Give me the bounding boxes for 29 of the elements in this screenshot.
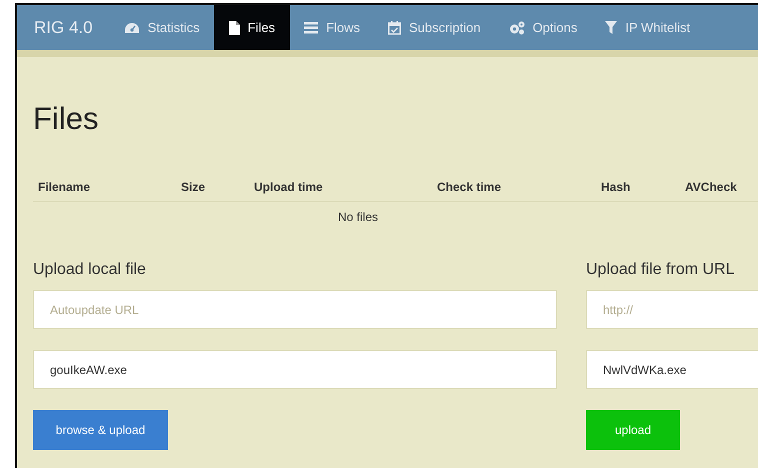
list-icon	[304, 22, 318, 34]
column-header: AVCheck	[685, 180, 737, 194]
empty-message: No files	[338, 209, 378, 226]
filter-icon	[605, 21, 618, 34]
upload-button[interactable]: upload	[586, 410, 680, 450]
calendar-icon	[388, 20, 402, 34]
section-title: Upload file from URL	[586, 260, 736, 280]
column-header: Check time	[437, 180, 502, 194]
upload-button[interactable]: browse & upload	[33, 410, 168, 450]
nav-tab[interactable]: Flows	[290, 5, 374, 50]
nav-tab[interactable]: Options	[494, 5, 592, 50]
gauge-icon	[124, 22, 140, 34]
nav-tab[interactable]: IP Whitelist	[591, 5, 704, 50]
gears-icon	[508, 20, 525, 34]
nav-tab[interactable]: Subscription	[374, 5, 495, 50]
url-field[interactable]: Autoupdate URL	[33, 290, 557, 329]
nav-tab[interactable]: Files	[214, 5, 290, 50]
column-header: Filename	[38, 180, 90, 194]
filename-field[interactable]: gouIkeAW.exe	[33, 350, 557, 389]
nav-tab[interactable]: Statistics	[110, 5, 214, 50]
section-title: Upload local file	[33, 260, 147, 280]
column-header: Size	[181, 180, 206, 194]
brand-title[interactable]: RIG 4.0	[17, 5, 110, 50]
filename-field[interactable]: NwlVdWKa.exe	[586, 350, 758, 389]
url-field[interactable]: http://	[586, 290, 758, 329]
column-header: Hash	[601, 180, 630, 194]
file-icon	[228, 20, 240, 34]
page-heading: Files	[33, 100, 100, 138]
column-header: Upload time	[254, 180, 323, 194]
